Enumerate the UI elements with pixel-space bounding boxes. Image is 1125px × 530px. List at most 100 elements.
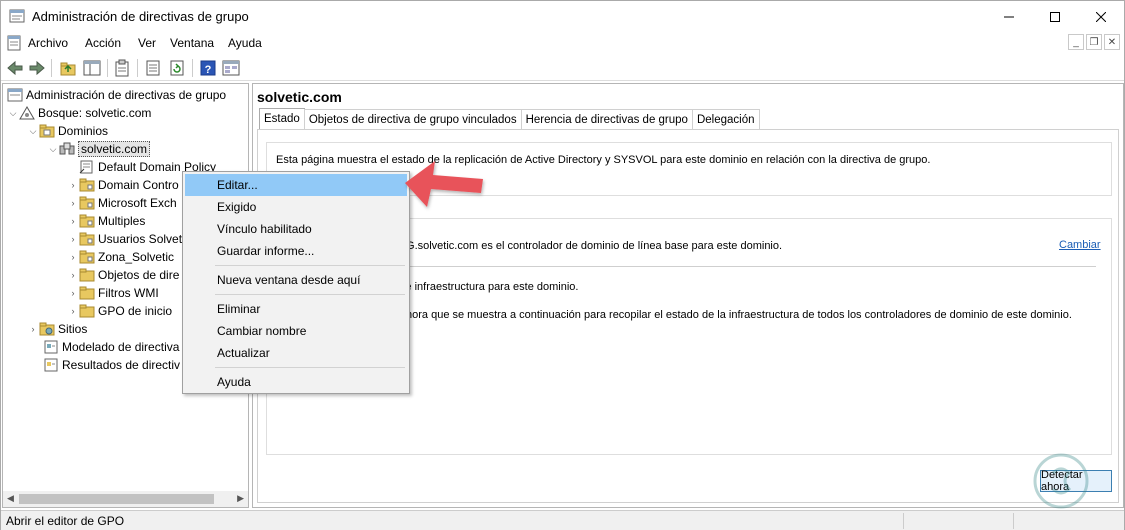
- change-link[interactable]: Cambiar: [1059, 239, 1101, 251]
- maximize-button[interactable]: [1032, 1, 1078, 32]
- tree-item-wmi-filters[interactable]: › Filtros WMI: [67, 284, 159, 302]
- forward-icon[interactable]: [28, 59, 46, 77]
- tree-item-forest[interactable]: ⌵ Bosque: solvetic.com: [7, 104, 152, 122]
- menu-item-save-report[interactable]: Guardar informe...: [185, 240, 407, 262]
- menu-item-rename[interactable]: Cambiar nombre: [185, 320, 407, 342]
- menu-archivo[interactable]: Archivo: [28, 36, 68, 50]
- expand-chevron-icon[interactable]: ›: [67, 252, 79, 262]
- menu-item-link-enabled[interactable]: Vínculo habilitado: [185, 218, 407, 240]
- tree-item-ou[interactable]: › Microsoft Exch: [67, 194, 177, 212]
- forest-icon: [19, 106, 35, 120]
- baseline-dc-text: G9BG.solvetic.com es el controlador de d…: [384, 240, 783, 252]
- menu-ver[interactable]: Ver: [138, 36, 156, 50]
- tab-delegation[interactable]: Delegación: [691, 109, 760, 129]
- detect-instructions-text: tar ahora que se muestra a continuación …: [384, 309, 1072, 321]
- scroll-left-icon[interactable]: ◀: [7, 493, 14, 504]
- window-title: Administración de directivas de grupo: [32, 9, 249, 24]
- tree-horizontal-scrollbar[interactable]: ◀ ▶: [3, 491, 248, 507]
- tab-estado[interactable]: Estado: [259, 108, 305, 129]
- clipboard-icon[interactable]: [113, 59, 131, 77]
- gpo-app-icon: [9, 9, 25, 23]
- expand-chevron-icon[interactable]: ›: [27, 324, 39, 334]
- scroll-right-icon[interactable]: ▶: [237, 493, 244, 504]
- menu-item-enforced[interactable]: Exigido: [185, 196, 407, 218]
- menu-bar: Archivo Acción Ver Ventana Ayuda _ ❐ ✕: [1, 32, 1124, 54]
- ou-folder-icon: [79, 214, 95, 228]
- minimize-button[interactable]: [986, 1, 1032, 32]
- tree-item-gpo-objects[interactable]: › Objetos de dire: [67, 266, 180, 284]
- tree-item-starter-gpos[interactable]: › GPO de inicio: [67, 302, 173, 320]
- scrollbar-thumb[interactable]: [19, 494, 214, 504]
- menu-separator: [215, 367, 405, 368]
- mdi-minimize-button[interactable]: _: [1068, 34, 1084, 50]
- menu-accion[interactable]: Acción: [85, 36, 121, 50]
- collapse-chevron-icon[interactable]: ⌵: [27, 126, 39, 137]
- tree-label: Zona_Solvetic: [98, 250, 175, 264]
- tree-label: Resultados de directiv: [62, 358, 181, 372]
- properties-icon[interactable]: [144, 59, 162, 77]
- tab-inheritance[interactable]: Herencia de directivas de grupo: [520, 109, 693, 129]
- mdi-controls: _ ❐ ✕: [1068, 34, 1120, 50]
- menu-item-edit[interactable]: Editar...: [185, 174, 407, 196]
- expand-chevron-icon[interactable]: ›: [67, 288, 79, 298]
- console-document-icon[interactable]: [6, 35, 22, 51]
- console-icon[interactable]: [222, 59, 240, 77]
- tab-linked-gpos[interactable]: Objetos de directiva de grupo vinculados: [303, 109, 522, 129]
- collapse-chevron-icon[interactable]: ⌵: [7, 108, 19, 119]
- menu-separator: [215, 294, 405, 295]
- menu-ventana[interactable]: Ventana: [170, 36, 214, 50]
- close-button[interactable]: [1078, 1, 1124, 32]
- up-folder-icon[interactable]: [59, 59, 77, 77]
- tree-item-ou[interactable]: › Usuarios Solvet: [67, 230, 183, 248]
- expand-chevron-icon[interactable]: ›: [67, 216, 79, 226]
- expand-chevron-icon[interactable]: ›: [67, 198, 79, 208]
- status-separator: [903, 513, 904, 529]
- expand-chevron-icon[interactable]: ›: [67, 234, 79, 244]
- tree-item-ou[interactable]: › Multiples: [67, 212, 146, 230]
- tree-label: Filtros WMI: [98, 286, 159, 300]
- svg-text:?: ?: [205, 64, 212, 76]
- tree-label: Sitios: [58, 322, 88, 336]
- tab-strip: Estado Objetos de directiva de grupo vin…: [259, 108, 760, 130]
- tree-item-domain[interactable]: ⌵ solvetic.com: [47, 140, 151, 158]
- show-hide-tree-icon[interactable]: [83, 59, 101, 77]
- menu-separator: [215, 265, 405, 266]
- close-icon: [1096, 11, 1106, 22]
- expand-chevron-icon[interactable]: ›: [67, 306, 79, 316]
- menu-item-refresh[interactable]: Actualizar: [185, 342, 407, 364]
- toolbar: ?: [1, 55, 1124, 81]
- tree-item-ou[interactable]: › Domain Contro: [67, 176, 179, 194]
- menu-item-new-window[interactable]: Nueva ventana desde aquí: [185, 269, 407, 291]
- mdi-restore-button[interactable]: ❐: [1086, 34, 1102, 50]
- tree-item-root[interactable]: Administración de directivas de grupo: [7, 86, 226, 104]
- tree-item-results[interactable]: Resultados de directiv: [43, 356, 180, 374]
- expand-chevron-icon[interactable]: ›: [67, 270, 79, 280]
- ou-folder-icon: [79, 178, 95, 192]
- menu-item-delete[interactable]: Eliminar: [185, 298, 407, 320]
- status-text: Abrir el editor de GPO: [6, 514, 125, 528]
- divider: [384, 266, 1096, 267]
- tree-item-domains[interactable]: ⌵ Dominios: [27, 122, 108, 140]
- refresh-icon[interactable]: [168, 59, 186, 77]
- collapse-chevron-icon[interactable]: ⌵: [47, 144, 59, 155]
- infrastructure-status-text: do de infraestructura para este dominio.: [384, 281, 579, 293]
- toolbar-separator: [137, 59, 138, 77]
- back-icon[interactable]: [6, 59, 24, 77]
- help-icon[interactable]: ?: [199, 59, 217, 77]
- menu-item-help[interactable]: Ayuda: [185, 371, 407, 393]
- ou-folder-icon: [79, 232, 95, 246]
- status-separator: [1013, 513, 1014, 529]
- sites-folder-icon: [39, 322, 55, 336]
- app-window: Administración de directivas de grupo Ar…: [0, 0, 1125, 530]
- toolbar-separator: [51, 59, 52, 77]
- tree-label: GPO de inicio: [98, 304, 173, 318]
- mdi-close-button[interactable]: ✕: [1104, 34, 1120, 50]
- expand-chevron-icon[interactable]: ›: [67, 180, 79, 190]
- domain-icon: [59, 142, 75, 155]
- toolbar-separator: [192, 59, 193, 77]
- tree-item-sites[interactable]: › Sitios: [27, 320, 88, 338]
- menu-ayuda[interactable]: Ayuda: [228, 36, 262, 50]
- tree-label: Multiples: [98, 214, 146, 228]
- tree-item-ou[interactable]: › Zona_Solvetic: [67, 248, 175, 266]
- tree-item-modeling[interactable]: Modelado de directiva: [43, 338, 179, 356]
